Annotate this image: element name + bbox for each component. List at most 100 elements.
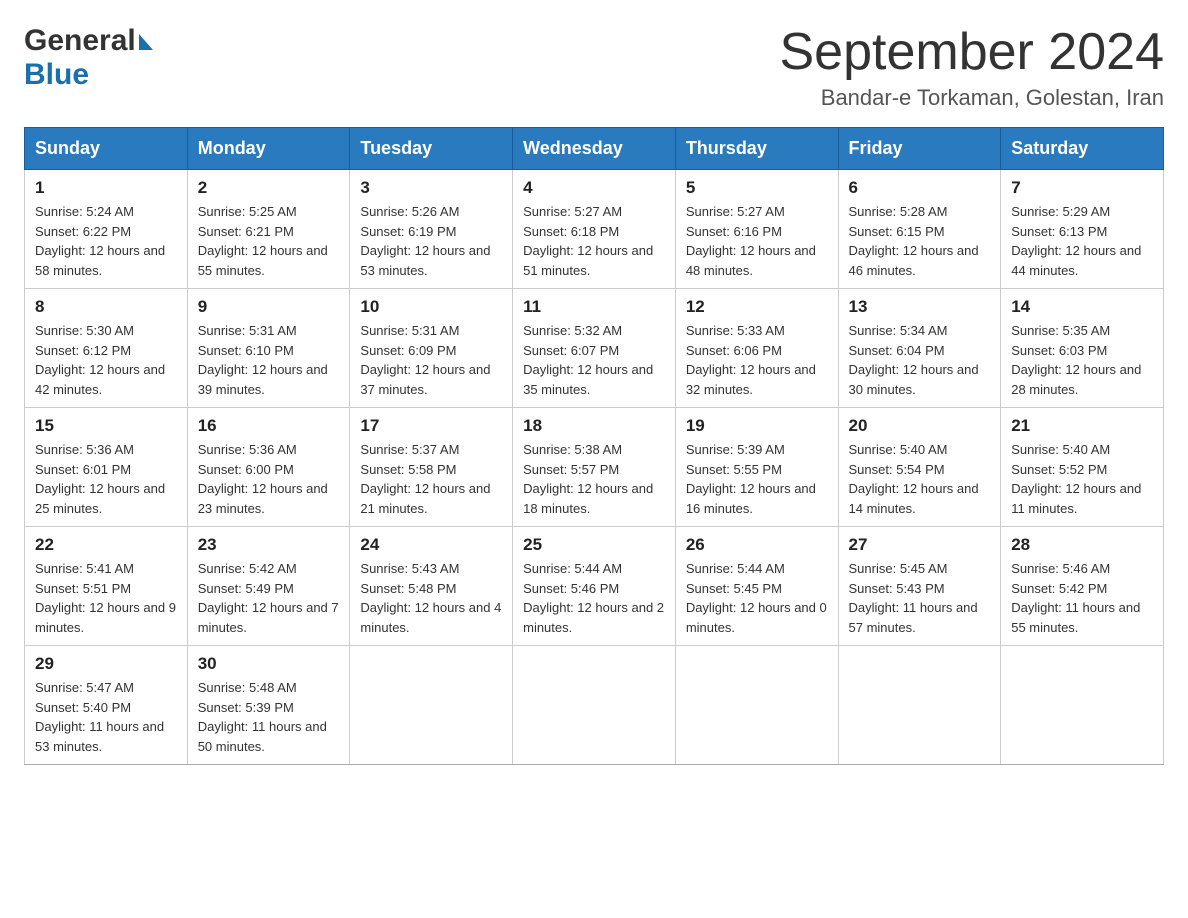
- calendar-day-cell: 1 Sunrise: 5:24 AM Sunset: 6:22 PM Dayli…: [25, 170, 188, 289]
- weekday-header-monday: Monday: [187, 128, 350, 170]
- weekday-header-saturday: Saturday: [1001, 128, 1164, 170]
- weekday-header-wednesday: Wednesday: [513, 128, 676, 170]
- day-info: Sunrise: 5:35 AM Sunset: 6:03 PM Dayligh…: [1011, 321, 1153, 399]
- calendar-day-cell: [350, 646, 513, 765]
- calendar-day-cell: 16 Sunrise: 5:36 AM Sunset: 6:00 PM Dayl…: [187, 408, 350, 527]
- day-info: Sunrise: 5:25 AM Sunset: 6:21 PM Dayligh…: [198, 202, 340, 280]
- calendar-day-cell: 7 Sunrise: 5:29 AM Sunset: 6:13 PM Dayli…: [1001, 170, 1164, 289]
- day-number: 20: [849, 416, 991, 436]
- day-info: Sunrise: 5:24 AM Sunset: 6:22 PM Dayligh…: [35, 202, 177, 280]
- day-number: 23: [198, 535, 340, 555]
- calendar-day-cell: [838, 646, 1001, 765]
- weekday-header-sunday: Sunday: [25, 128, 188, 170]
- day-number: 25: [523, 535, 665, 555]
- weekday-header-tuesday: Tuesday: [350, 128, 513, 170]
- day-info: Sunrise: 5:37 AM Sunset: 5:58 PM Dayligh…: [360, 440, 502, 518]
- day-number: 1: [35, 178, 177, 198]
- calendar-day-cell: 5 Sunrise: 5:27 AM Sunset: 6:16 PM Dayli…: [675, 170, 838, 289]
- calendar-day-cell: 18 Sunrise: 5:38 AM Sunset: 5:57 PM Dayl…: [513, 408, 676, 527]
- calendar-day-cell: 19 Sunrise: 5:39 AM Sunset: 5:55 PM Dayl…: [675, 408, 838, 527]
- day-number: 26: [686, 535, 828, 555]
- calendar-day-cell: 15 Sunrise: 5:36 AM Sunset: 6:01 PM Dayl…: [25, 408, 188, 527]
- day-number: 17: [360, 416, 502, 436]
- calendar-day-cell: 23 Sunrise: 5:42 AM Sunset: 5:49 PM Dayl…: [187, 527, 350, 646]
- calendar-day-cell: 27 Sunrise: 5:45 AM Sunset: 5:43 PM Dayl…: [838, 527, 1001, 646]
- weekday-header-thursday: Thursday: [675, 128, 838, 170]
- day-info: Sunrise: 5:30 AM Sunset: 6:12 PM Dayligh…: [35, 321, 177, 399]
- day-info: Sunrise: 5:28 AM Sunset: 6:15 PM Dayligh…: [849, 202, 991, 280]
- calendar-day-cell: 4 Sunrise: 5:27 AM Sunset: 6:18 PM Dayli…: [513, 170, 676, 289]
- day-info: Sunrise: 5:38 AM Sunset: 5:57 PM Dayligh…: [523, 440, 665, 518]
- calendar-day-cell: 30 Sunrise: 5:48 AM Sunset: 5:39 PM Dayl…: [187, 646, 350, 765]
- calendar-day-cell: [513, 646, 676, 765]
- day-number: 12: [686, 297, 828, 317]
- day-number: 2: [198, 178, 340, 198]
- day-number: 11: [523, 297, 665, 317]
- calendar-week-row: 1 Sunrise: 5:24 AM Sunset: 6:22 PM Dayli…: [25, 170, 1164, 289]
- day-info: Sunrise: 5:27 AM Sunset: 6:16 PM Dayligh…: [686, 202, 828, 280]
- day-number: 9: [198, 297, 340, 317]
- calendar-day-cell: 20 Sunrise: 5:40 AM Sunset: 5:54 PM Dayl…: [838, 408, 1001, 527]
- calendar-day-cell: 17 Sunrise: 5:37 AM Sunset: 5:58 PM Dayl…: [350, 408, 513, 527]
- calendar-week-row: 8 Sunrise: 5:30 AM Sunset: 6:12 PM Dayli…: [25, 289, 1164, 408]
- day-number: 3: [360, 178, 502, 198]
- month-title: September 2024: [780, 24, 1165, 81]
- day-info: Sunrise: 5:36 AM Sunset: 6:01 PM Dayligh…: [35, 440, 177, 518]
- calendar-day-cell: [675, 646, 838, 765]
- calendar-day-cell: 25 Sunrise: 5:44 AM Sunset: 5:46 PM Dayl…: [513, 527, 676, 646]
- location-title: Bandar-e Torkaman, Golestan, Iran: [780, 85, 1165, 111]
- calendar-day-cell: 24 Sunrise: 5:43 AM Sunset: 5:48 PM Dayl…: [350, 527, 513, 646]
- day-number: 27: [849, 535, 991, 555]
- day-number: 24: [360, 535, 502, 555]
- day-info: Sunrise: 5:46 AM Sunset: 5:42 PM Dayligh…: [1011, 559, 1153, 637]
- day-info: Sunrise: 5:47 AM Sunset: 5:40 PM Dayligh…: [35, 678, 177, 756]
- calendar-day-cell: 3 Sunrise: 5:26 AM Sunset: 6:19 PM Dayli…: [350, 170, 513, 289]
- logo-general-text: General: [24, 24, 136, 58]
- calendar-day-cell: 11 Sunrise: 5:32 AM Sunset: 6:07 PM Dayl…: [513, 289, 676, 408]
- weekday-header-friday: Friday: [838, 128, 1001, 170]
- day-number: 6: [849, 178, 991, 198]
- calendar-week-row: 15 Sunrise: 5:36 AM Sunset: 6:01 PM Dayl…: [25, 408, 1164, 527]
- day-info: Sunrise: 5:44 AM Sunset: 5:46 PM Dayligh…: [523, 559, 665, 637]
- day-info: Sunrise: 5:33 AM Sunset: 6:06 PM Dayligh…: [686, 321, 828, 399]
- calendar-day-cell: 6 Sunrise: 5:28 AM Sunset: 6:15 PM Dayli…: [838, 170, 1001, 289]
- calendar-day-cell: 13 Sunrise: 5:34 AM Sunset: 6:04 PM Dayl…: [838, 289, 1001, 408]
- day-info: Sunrise: 5:31 AM Sunset: 6:09 PM Dayligh…: [360, 321, 502, 399]
- day-info: Sunrise: 5:36 AM Sunset: 6:00 PM Dayligh…: [198, 440, 340, 518]
- calendar-table: SundayMondayTuesdayWednesdayThursdayFrid…: [24, 127, 1164, 765]
- day-number: 19: [686, 416, 828, 436]
- logo-arrow-icon: [139, 34, 153, 50]
- logo-blue-text: Blue: [24, 58, 89, 91]
- day-info: Sunrise: 5:31 AM Sunset: 6:10 PM Dayligh…: [198, 321, 340, 399]
- day-info: Sunrise: 5:41 AM Sunset: 5:51 PM Dayligh…: [35, 559, 177, 637]
- day-info: Sunrise: 5:29 AM Sunset: 6:13 PM Dayligh…: [1011, 202, 1153, 280]
- calendar-week-row: 22 Sunrise: 5:41 AM Sunset: 5:51 PM Dayl…: [25, 527, 1164, 646]
- day-number: 16: [198, 416, 340, 436]
- day-number: 8: [35, 297, 177, 317]
- calendar-day-cell: 9 Sunrise: 5:31 AM Sunset: 6:10 PM Dayli…: [187, 289, 350, 408]
- day-number: 13: [849, 297, 991, 317]
- day-number: 29: [35, 654, 177, 674]
- day-info: Sunrise: 5:40 AM Sunset: 5:52 PM Dayligh…: [1011, 440, 1153, 518]
- day-number: 30: [198, 654, 340, 674]
- weekday-header-row: SundayMondayTuesdayWednesdayThursdayFrid…: [25, 128, 1164, 170]
- day-info: Sunrise: 5:34 AM Sunset: 6:04 PM Dayligh…: [849, 321, 991, 399]
- day-number: 28: [1011, 535, 1153, 555]
- calendar-day-cell: 26 Sunrise: 5:44 AM Sunset: 5:45 PM Dayl…: [675, 527, 838, 646]
- day-number: 4: [523, 178, 665, 198]
- logo: General Blue: [24, 24, 153, 92]
- calendar-day-cell: 14 Sunrise: 5:35 AM Sunset: 6:03 PM Dayl…: [1001, 289, 1164, 408]
- day-info: Sunrise: 5:27 AM Sunset: 6:18 PM Dayligh…: [523, 202, 665, 280]
- day-number: 22: [35, 535, 177, 555]
- day-info: Sunrise: 5:44 AM Sunset: 5:45 PM Dayligh…: [686, 559, 828, 637]
- day-number: 15: [35, 416, 177, 436]
- calendar-day-cell: 10 Sunrise: 5:31 AM Sunset: 6:09 PM Dayl…: [350, 289, 513, 408]
- day-info: Sunrise: 5:39 AM Sunset: 5:55 PM Dayligh…: [686, 440, 828, 518]
- day-number: 10: [360, 297, 502, 317]
- day-info: Sunrise: 5:26 AM Sunset: 6:19 PM Dayligh…: [360, 202, 502, 280]
- day-number: 7: [1011, 178, 1153, 198]
- day-number: 21: [1011, 416, 1153, 436]
- day-number: 5: [686, 178, 828, 198]
- day-info: Sunrise: 5:32 AM Sunset: 6:07 PM Dayligh…: [523, 321, 665, 399]
- calendar-day-cell: 12 Sunrise: 5:33 AM Sunset: 6:06 PM Dayl…: [675, 289, 838, 408]
